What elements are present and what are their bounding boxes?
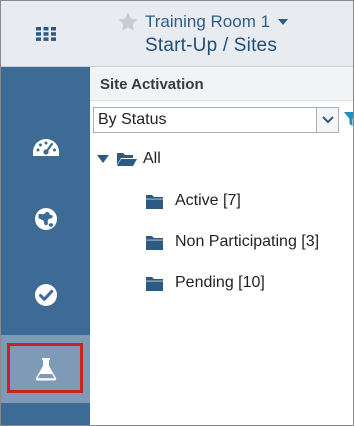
globe-icon <box>34 208 57 230</box>
chevron-down-icon <box>321 116 334 124</box>
favorite-star-icon[interactable] <box>117 11 139 33</box>
folder-open-icon <box>117 153 137 166</box>
group-by-value: By Status <box>98 111 167 128</box>
sidebar-item-tasks[interactable] <box>1 264 90 326</box>
app-frame: Training Room 1 Start-Up / Sites Site Ac… <box>0 0 354 426</box>
folder-icon <box>146 276 163 291</box>
folder-icon <box>146 235 163 250</box>
left-sidebar <box>1 67 90 425</box>
check-circle-icon <box>34 284 57 306</box>
panel-header: Site Activation <box>90 67 353 101</box>
tree-node-label: Non Participating [3] <box>175 233 320 250</box>
selection-highlight <box>7 343 83 393</box>
app-launcher-button[interactable] <box>1 1 91 67</box>
page-title: Start-Up / Sites <box>145 35 278 56</box>
tree-node-active[interactable]: Active [7] <box>146 187 241 215</box>
tree-node-all[interactable]: All <box>96 145 161 173</box>
grid-icon <box>36 27 56 41</box>
folder-icon <box>146 194 163 209</box>
caret-down-icon <box>278 19 289 25</box>
expand-toggle-icon[interactable] <box>96 154 110 164</box>
room-selector[interactable]: Training Room 1 <box>145 11 289 33</box>
filter-icon[interactable] <box>344 111 354 127</box>
top-header: Training Room 1 Start-Up / Sites <box>1 1 353 67</box>
tree-node-label: Active [7] <box>175 192 241 209</box>
sidebar-item-dashboard[interactable] <box>1 117 90 179</box>
tree-node-pending[interactable]: Pending [10] <box>146 269 265 297</box>
tree-node-label: All <box>143 150 161 167</box>
sidebar-item-lab[interactable] <box>1 335 90 403</box>
select-dropdown-button[interactable] <box>316 108 338 132</box>
main-content: Site Activation By Status All Active [7]… <box>90 67 354 425</box>
tree-node-label: Pending [10] <box>175 274 265 291</box>
dashboard-icon <box>32 139 59 156</box>
tree-node-non-participating[interactable]: Non Participating [3] <box>146 228 319 256</box>
panel-title: Site Activation <box>100 76 204 93</box>
sidebar-item-sites[interactable] <box>1 188 90 250</box>
room-name: Training Room 1 <box>145 12 271 31</box>
group-by-select[interactable]: By Status <box>93 107 339 133</box>
